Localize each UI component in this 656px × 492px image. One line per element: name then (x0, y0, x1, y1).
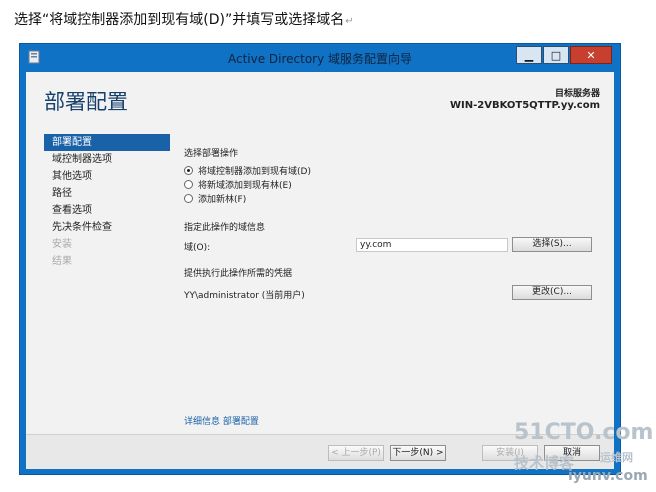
nav-item-results: 结果 (52, 256, 72, 267)
radio-label: 添加新林(F) (198, 195, 247, 205)
nav-item-paths[interactable]: 路径 (44, 185, 170, 202)
wizard-window: Active Directory 域服务配置向导 ▁ □ ✕ 部署配置 目标服务… (20, 44, 620, 474)
watermark-url: iyunv.com (568, 468, 648, 484)
maximize-button[interactable]: □ (543, 46, 569, 64)
credentials-label: 提供执行此操作所需的凭据 (184, 269, 293, 279)
target-server-label: 目标服务器 (554, 89, 600, 99)
wizard-client: 部署配置 目标服务器 WIN-2VBKOT5QTTP.yy.com 部署配置 域… (26, 72, 614, 469)
watermark-brand: 运维网 (600, 451, 633, 464)
domain-info-label: 指定此操作的域信息 (184, 223, 266, 233)
change-credentials-button[interactable]: 更改(C)... (512, 285, 592, 300)
close-icon: ✕ (586, 48, 596, 62)
title-bar[interactable]: Active Directory 域服务配置向导 ▁ □ ✕ (20, 44, 620, 72)
select-domain-button[interactable]: 选择(S)... (512, 237, 592, 252)
radio-add-new-forest[interactable]: 添加新林(F) (184, 192, 246, 205)
minimize-icon: ▁ (524, 48, 534, 62)
watermark-blog: 技术博客 (514, 454, 575, 472)
close-button[interactable]: ✕ (570, 46, 612, 64)
watermark-site: 51CTO.com (514, 420, 654, 445)
maximize-icon: □ (550, 48, 562, 62)
nav-item-deployment[interactable]: 部署配置 (44, 134, 170, 151)
radio-checked-icon (184, 166, 193, 175)
radio-add-domain-existing-forest[interactable]: 将新域添加到现有林(E) (184, 178, 292, 191)
operation-label: 选择部署操作 (184, 149, 239, 159)
next-button[interactable]: 下一步(N) > (390, 445, 446, 461)
nav-item-prerequisites[interactable]: 先决条件检查 (44, 219, 170, 236)
caption-text: 选择“将域控制器添加到现有域(D)”并填写或选择域名 (14, 12, 345, 28)
domain-input[interactable]: yy.com (356, 238, 508, 252)
minimize-button[interactable]: ▁ (516, 46, 542, 64)
target-server-value: WIN-2VBKOT5QTTP.yy.com (450, 100, 600, 111)
credentials-value: YY\administrator (当前用户) (184, 291, 305, 301)
radio-unchecked-icon (184, 194, 193, 203)
more-info-link[interactable]: 详细信息 部署配置 (184, 414, 259, 427)
wizard-nav: 部署配置 域控制器选项 其他选项 路径 查看选项 先决条件检查 安装 结果 (44, 134, 170, 270)
caption: 选择“将域控制器添加到现有域(D)”并填写或选择域名↵ (14, 9, 354, 29)
nav-item-dc-options[interactable]: 域控制器选项 (44, 151, 170, 168)
radio-label: 将域控制器添加到现有域(D) (198, 167, 311, 177)
radio-label: 将新域添加到现有林(E) (198, 181, 292, 191)
prev-button[interactable]: < 上一步(P) (328, 445, 384, 461)
nav-item-review[interactable]: 查看选项 (44, 202, 170, 219)
window-controls: ▁ □ ✕ (515, 46, 612, 64)
nav-item-additional-options[interactable]: 其他选项 (44, 168, 170, 185)
page-title: 部署配置 (44, 90, 128, 114)
domain-field-label: 域(O): (184, 243, 211, 253)
paragraph-mark: ↵ (345, 16, 354, 27)
nav-item-install: 安装 (52, 239, 72, 250)
radio-unchecked-icon (184, 180, 193, 189)
radio-add-dc-existing-domain[interactable]: 将域控制器添加到现有域(D) (184, 164, 311, 177)
